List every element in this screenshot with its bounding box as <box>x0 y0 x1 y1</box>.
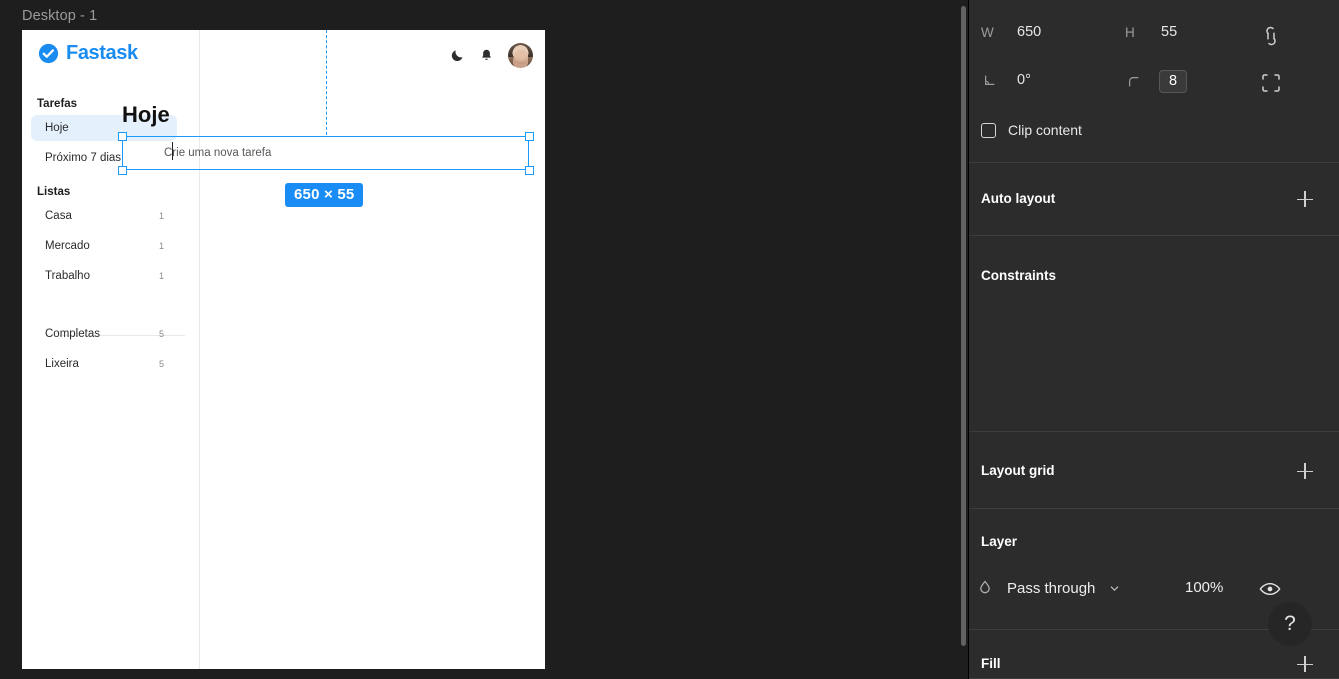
canvas-scrollbar[interactable] <box>961 6 966 646</box>
constraints-title: Constraints <box>981 268 1057 283</box>
layout-grid-title: Layout grid <box>981 463 1055 478</box>
rotation-value[interactable]: 0° <box>1017 72 1031 88</box>
add-fill-button[interactable] <box>1297 656 1313 672</box>
resize-handle-bottom-right[interactable] <box>524 165 534 175</box>
canvas-area[interactable]: Desktop - 1 Fastask Tarefas Hoje Próximo… <box>0 0 968 679</box>
independent-corners-icon[interactable] <box>1260 72 1282 94</box>
page-title: Hoje <box>122 102 170 127</box>
rotation-angle-icon <box>985 75 995 85</box>
blend-mode-value[interactable]: Pass through <box>1007 580 1095 597</box>
layout-grid-section: Layout grid <box>969 432 1339 509</box>
width-value[interactable]: 650 <box>1017 24 1041 40</box>
sidebar-item-casa[interactable]: Casa 1 <box>31 203 177 229</box>
alignment-guide <box>326 30 327 135</box>
sidebar-item-count: 1 <box>158 271 164 281</box>
sidebar-item-count: 1 <box>158 211 164 221</box>
layer-title: Layer <box>981 534 1018 549</box>
check-circle-icon <box>38 43 59 64</box>
add-auto-layout-button[interactable] <box>1297 191 1313 207</box>
width-field[interactable]: W 650 <box>981 24 1041 40</box>
brand-logo[interactable]: Fastask <box>38 42 138 65</box>
add-layout-grid-button[interactable] <box>1297 463 1313 479</box>
height-field[interactable]: H 55 <box>1125 24 1177 40</box>
constrain-proportions-icon[interactable] <box>1260 24 1282 48</box>
figma-editor: Desktop - 1 Fastask Tarefas Hoje Próximo… <box>0 0 1339 679</box>
chevron-down-icon[interactable] <box>1109 583 1120 594</box>
brand-name: Fastask <box>66 42 138 64</box>
sidebar-item-mercado[interactable]: Mercado 1 <box>31 233 177 259</box>
avatar[interactable] <box>508 43 533 68</box>
resize-handle-top-right[interactable] <box>524 131 534 141</box>
clip-content-row[interactable]: Clip content <box>981 122 1082 138</box>
sidebar-item-lixeira[interactable]: Lixeira 5 <box>31 351 177 377</box>
constraints-section: Constraints <box>969 236 1339 432</box>
blend-mode-field[interactable]: Pass through <box>977 579 1120 597</box>
sidebar-item-count: 5 <box>158 329 164 339</box>
height-value[interactable]: 55 <box>1161 24 1177 40</box>
help-button[interactable]: ? <box>1268 602 1312 646</box>
mock-app-sidebar: Fastask Tarefas Hoje Próximo 7 dias List… <box>22 30 200 669</box>
sidebar-item-label: Casa <box>45 210 72 222</box>
corner-radius-icon <box>1129 76 1139 86</box>
sidebar-item-count: 5 <box>158 359 164 369</box>
sidebar-item-count: 1 <box>158 241 164 251</box>
sidebar-item-label: Mercado <box>45 240 90 252</box>
corner-radius-value[interactable]: 8 <box>1159 70 1188 93</box>
design-frame[interactable]: Fastask Tarefas Hoje Próximo 7 dias List… <box>22 30 545 669</box>
properties-panel: W 650 H 55 0° 8 Clip content Auto layout… <box>968 0 1339 679</box>
sidebar-section-tarefas: Tarefas <box>37 98 78 110</box>
selection-size-badge: 650 × 55 <box>285 183 364 207</box>
resize-handle-bottom-left[interactable] <box>117 165 127 175</box>
auto-layout-title: Auto layout <box>981 191 1056 206</box>
resize-handle-top-left[interactable] <box>117 131 127 141</box>
layer-opacity-value[interactable]: 100% <box>1185 579 1223 596</box>
sidebar-item-label: Completas <box>45 328 100 340</box>
clip-content-checkbox[interactable] <box>981 122 996 138</box>
sidebar-item-label: Lixeira <box>45 358 79 370</box>
mock-app-topbar <box>450 43 533 68</box>
dimensions-section: W 650 H 55 0° 8 Clip content <box>969 0 1339 163</box>
sidebar-section-listas: Listas <box>37 186 71 198</box>
clip-content-label: Clip content <box>1008 122 1082 138</box>
auto-layout-section: Auto layout <box>969 163 1339 236</box>
sidebar-item-label: Próximo 7 dias <box>45 152 122 164</box>
moon-icon[interactable] <box>450 48 465 63</box>
width-label: W <box>981 24 994 40</box>
bell-icon[interactable] <box>479 48 494 63</box>
corner-radius-field[interactable]: 8 <box>1125 70 1188 93</box>
blend-mode-icon <box>980 580 990 594</box>
height-label: H <box>1125 24 1135 40</box>
sidebar-item-label: Trabalho <box>45 270 90 282</box>
fill-title: Fill <box>981 656 1001 671</box>
selection-bounding-box[interactable] <box>117 131 534 175</box>
sidebar-item-label: Hoje <box>45 122 69 134</box>
rotation-field[interactable]: 0° <box>981 72 1031 88</box>
sidebar-item-trabalho[interactable]: Trabalho 1 <box>31 263 177 289</box>
eye-icon[interactable] <box>1259 581 1281 597</box>
frame-label[interactable]: Desktop - 1 <box>22 8 97 24</box>
sidebar-item-completas[interactable]: Completas 5 <box>31 321 177 347</box>
